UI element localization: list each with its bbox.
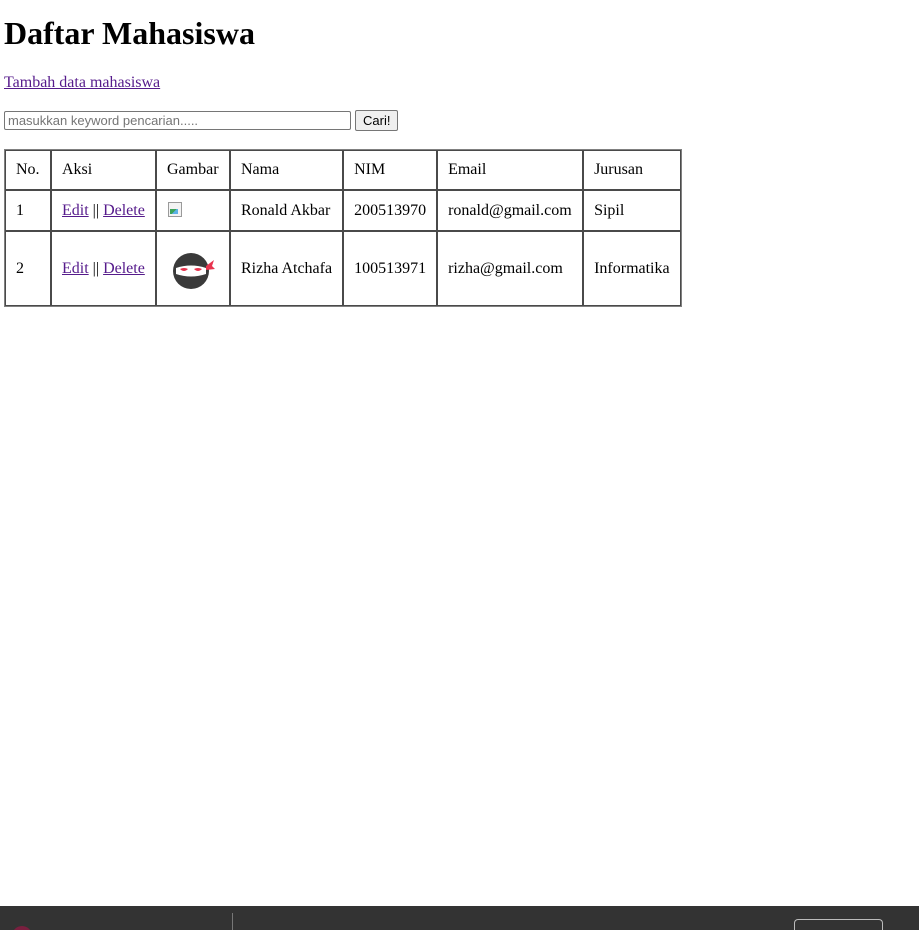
cell-gambar: [156, 231, 230, 306]
search-input[interactable]: [4, 111, 351, 130]
add-student-link[interactable]: Tambah data mahasiswa: [4, 73, 160, 92]
table-row: 2 Edit || Delete Rizha Atchafa 100513971…: [5, 231, 681, 306]
ninja-avatar-icon: [173, 252, 215, 289]
cell-no: 1: [5, 190, 51, 231]
cell-gambar: [156, 190, 230, 231]
cell-nama: Rizha Atchafa: [230, 231, 344, 306]
column-header-nama: Nama: [230, 150, 344, 190]
cell-email: ronald@gmail.com: [437, 190, 584, 231]
table-row: 1 Edit || Delete Ronald Akbar 200513970 …: [5, 190, 681, 231]
cell-nim: 100513971: [343, 231, 438, 306]
broken-image-icon: [167, 201, 183, 217]
cell-no: 2: [5, 231, 51, 306]
column-header-aksi: Aksi: [51, 150, 156, 190]
page-title: Daftar Mahasiswa: [4, 15, 255, 51]
search-button[interactable]: Cari!: [355, 110, 399, 131]
toolbar-button[interactable]: [794, 919, 883, 930]
cell-jurusan: Informatika: [583, 231, 681, 306]
cell-jurusan: Sipil: [583, 190, 681, 231]
delete-link[interactable]: Delete: [103, 260, 145, 277]
logo-icon: [12, 926, 32, 930]
students-table: No. Aksi Gambar Nama NIM Email Jurusan 1…: [4, 149, 682, 307]
page: Daftar Mahasiswa Tambah data mahasiswa C…: [0, 0, 919, 930]
cell-aksi: Edit || Delete: [51, 190, 156, 231]
column-header-jurusan: Jurusan: [583, 150, 681, 190]
edit-link[interactable]: Edit: [62, 260, 89, 277]
action-separator: ||: [92, 259, 100, 277]
delete-link[interactable]: Delete: [103, 202, 145, 219]
cell-aksi: Edit || Delete: [51, 231, 156, 306]
toolbar-divider: [232, 913, 233, 930]
cell-nim: 200513970: [343, 190, 438, 231]
bottom-toolbar: [0, 906, 919, 930]
cell-email: rizha@gmail.com: [437, 231, 584, 306]
column-header-gambar: Gambar: [156, 150, 230, 190]
action-separator: ||: [92, 201, 100, 219]
search-form: Cari!: [4, 110, 399, 131]
column-header-email: Email: [437, 150, 584, 190]
table-header-row: No. Aksi Gambar Nama NIM Email Jurusan: [5, 150, 681, 190]
cell-nama: Ronald Akbar: [230, 190, 344, 231]
column-header-nim: NIM: [343, 150, 438, 190]
edit-link[interactable]: Edit: [62, 202, 89, 219]
column-header-no: No.: [5, 150, 51, 190]
